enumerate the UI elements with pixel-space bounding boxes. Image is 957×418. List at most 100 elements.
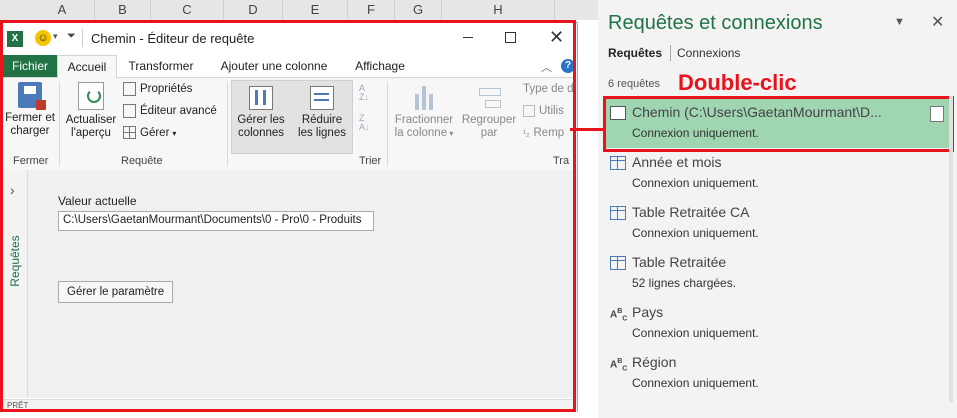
refresh-preview-button[interactable]: Actualiser l'aperçu — [63, 82, 119, 140]
title-bar: X ☺ ▾ ⏷ Chemin - Éditeur de requête ✕ — [3, 23, 577, 55]
current-value-field[interactable]: C:\Users\GaetanMourmant\Documents\0 - Pr… — [58, 211, 374, 231]
pane-tab-divider — [670, 45, 671, 61]
tab-ajouter-colonne[interactable]: Ajouter une colonne — [211, 55, 337, 77]
column-header-c[interactable]: C — [151, 0, 224, 20]
close-window-icon[interactable]: ✕ — [549, 27, 564, 48]
abc-icon: ABC — [610, 308, 628, 323]
ribbon-separator — [59, 82, 60, 166]
split-column-icon — [412, 86, 436, 110]
replace-values-label: Remp — [533, 127, 565, 140]
group-label-requete: Requête — [121, 155, 163, 167]
current-value-label: Valeur actuelle — [58, 194, 137, 208]
data-type-button[interactable]: Type de d — [523, 81, 574, 97]
refresh-icon — [78, 82, 104, 110]
table-icon — [610, 206, 626, 220]
refresh-label: Actualiser l'aperçu — [65, 114, 117, 139]
reduce-rows-button[interactable]: Réduire les lignes — [293, 86, 351, 140]
queries-connections-pane: Requêtes et connexions ▼ ✕ Requêtes Conn… — [598, 0, 957, 418]
group-label-fermer: Fermer — [13, 155, 49, 167]
query-item-annee-mois[interactable]: Année et mois Connexion uniquement. — [608, 150, 949, 198]
tab-accueil[interactable]: Accueil — [57, 55, 117, 79]
query-item-table-retraitee[interactable]: Table Retraitée 52 lignes chargées. — [608, 250, 949, 298]
group-by-button[interactable]: Regrouper par — [459, 86, 519, 140]
query-item-pays[interactable]: ABC Pays Connexion uniquement. — [608, 300, 949, 348]
sort-ascending-icon[interactable]: A Z↓ — [359, 84, 369, 102]
expand-panel-chevron-icon[interactable]: › — [10, 182, 15, 198]
smiley-icon[interactable]: ☺ — [35, 30, 51, 46]
group-label-transformer: Tra — [553, 155, 570, 167]
advanced-editor-button[interactable]: Éditeur avancé — [123, 103, 217, 119]
ribbon-separator — [387, 82, 388, 166]
close-load-button[interactable]: Fermer et charger — [5, 82, 55, 138]
refresh-query-icon[interactable] — [930, 106, 944, 122]
ribbon-accueil: Fermer et charger Fermer Actualiser l'ap… — [3, 78, 577, 171]
advanced-editor-icon — [123, 103, 136, 118]
pane-title: Requêtes et connexions — [608, 12, 823, 34]
advanced-editor-label: Éditeur avancé — [140, 105, 217, 117]
query-status: Connexion uniquement. — [632, 226, 759, 240]
group-label-trier: Trier — [359, 155, 382, 167]
replace-values-button[interactable]: ¹₂ Remp — [523, 125, 564, 141]
manage-icon — [123, 126, 136, 140]
query-status: 52 lignes chargées. — [632, 276, 737, 290]
use-first-row-button[interactable]: Utilis — [523, 103, 564, 119]
column-header-e[interactable]: E — [283, 0, 348, 20]
column-header-b[interactable]: B — [95, 0, 151, 20]
ribbon-separator — [227, 82, 228, 166]
reduce-rows-label: Réduire les lignes — [298, 114, 346, 139]
split-column-button[interactable]: Fractionner la colonne ▾ — [391, 86, 457, 140]
manage-parameter-button[interactable]: Gérer le paramètre — [58, 281, 174, 303]
current-value-text: C:\Users\GaetanMourmant\Documents\0 - Pr… — [63, 214, 362, 226]
properties-icon — [123, 81, 136, 96]
parameter-icon — [610, 106, 626, 120]
pane-tab-connections[interactable]: Connexions — [677, 46, 740, 60]
pane-scrollbar[interactable] — [949, 96, 953, 402]
query-status: Connexion uniquement. — [632, 376, 759, 390]
group-by-label: Regrouper par — [461, 114, 517, 139]
queries-side-panel[interactable]: › Requêtes — [3, 170, 28, 398]
tab-fichier[interactable]: Fichier — [3, 55, 57, 77]
collapse-ribbon-icon[interactable]: ︿ — [541, 59, 552, 75]
smiley-dropdown-icon[interactable]: ▾ — [53, 31, 58, 42]
minimize-icon[interactable] — [463, 37, 473, 38]
column-header-a[interactable]: A — [30, 0, 95, 20]
query-editor-window: X ☺ ▾ ⏷ Chemin - Éditeur de requête ✕ Fi… — [2, 22, 578, 412]
group-by-icon — [477, 86, 501, 110]
manage-label: Gérer — [140, 127, 170, 139]
maximize-icon[interactable] — [505, 32, 516, 43]
tab-affichage[interactable]: Affichage — [343, 55, 417, 77]
table-icon — [610, 156, 626, 170]
column-header-d[interactable]: D — [224, 0, 283, 20]
pane-options-icon[interactable]: ▼ — [894, 16, 905, 28]
sort-descending-icon[interactable]: Z A↓ — [359, 114, 370, 132]
side-panel-label[interactable]: Requêtes — [8, 235, 22, 287]
excel-logo-icon: X — [7, 31, 23, 47]
window-title: Chemin - Éditeur de requête — [91, 31, 255, 46]
query-item-region[interactable]: ABC Région Connexion uniquement. — [608, 350, 949, 398]
tab-transformer[interactable]: Transformer — [119, 55, 203, 77]
query-item-chemin[interactable]: Chemin (C:\Users\GaetanMourmant\D... Con… — [608, 100, 949, 148]
quick-access-menu-icon[interactable]: ⏷ — [67, 30, 76, 43]
query-status: Connexion uniquement. — [632, 126, 759, 140]
query-item-table-retraitee-ca[interactable]: Table Retraitée CA Connexion uniquement. — [608, 200, 949, 248]
query-name: Table Retraitée CA — [632, 204, 750, 220]
split-column-dropdown-icon: ▾ — [447, 129, 454, 138]
column-header-g[interactable]: G — [395, 0, 442, 20]
reduce-rows-icon — [310, 86, 334, 110]
status-bar: PRÊT — [3, 399, 577, 412]
ribbon-tabs: Fichier Accueil Transformer Ajouter une … — [3, 55, 577, 79]
pane-close-icon[interactable]: ✕ — [931, 12, 944, 32]
column-header-f[interactable]: F — [348, 0, 395, 20]
manage-button[interactable]: Gérer ▾ — [123, 125, 176, 141]
properties-button[interactable]: Propriétés — [123, 81, 192, 97]
title-divider — [82, 29, 83, 47]
query-status: Connexion uniquement. — [632, 176, 759, 190]
help-icon[interactable]: ? — [561, 59, 575, 73]
manage-columns-button[interactable]: Gérer les colonnes — [233, 86, 289, 140]
column-header-h[interactable]: H — [442, 0, 555, 20]
replace-values-icon: ¹₂ — [523, 128, 530, 138]
table-icon — [610, 256, 626, 270]
query-count: 6 requêtes — [608, 78, 660, 90]
manage-columns-icon — [249, 86, 273, 110]
pane-tab-queries[interactable]: Requêtes — [608, 46, 662, 60]
